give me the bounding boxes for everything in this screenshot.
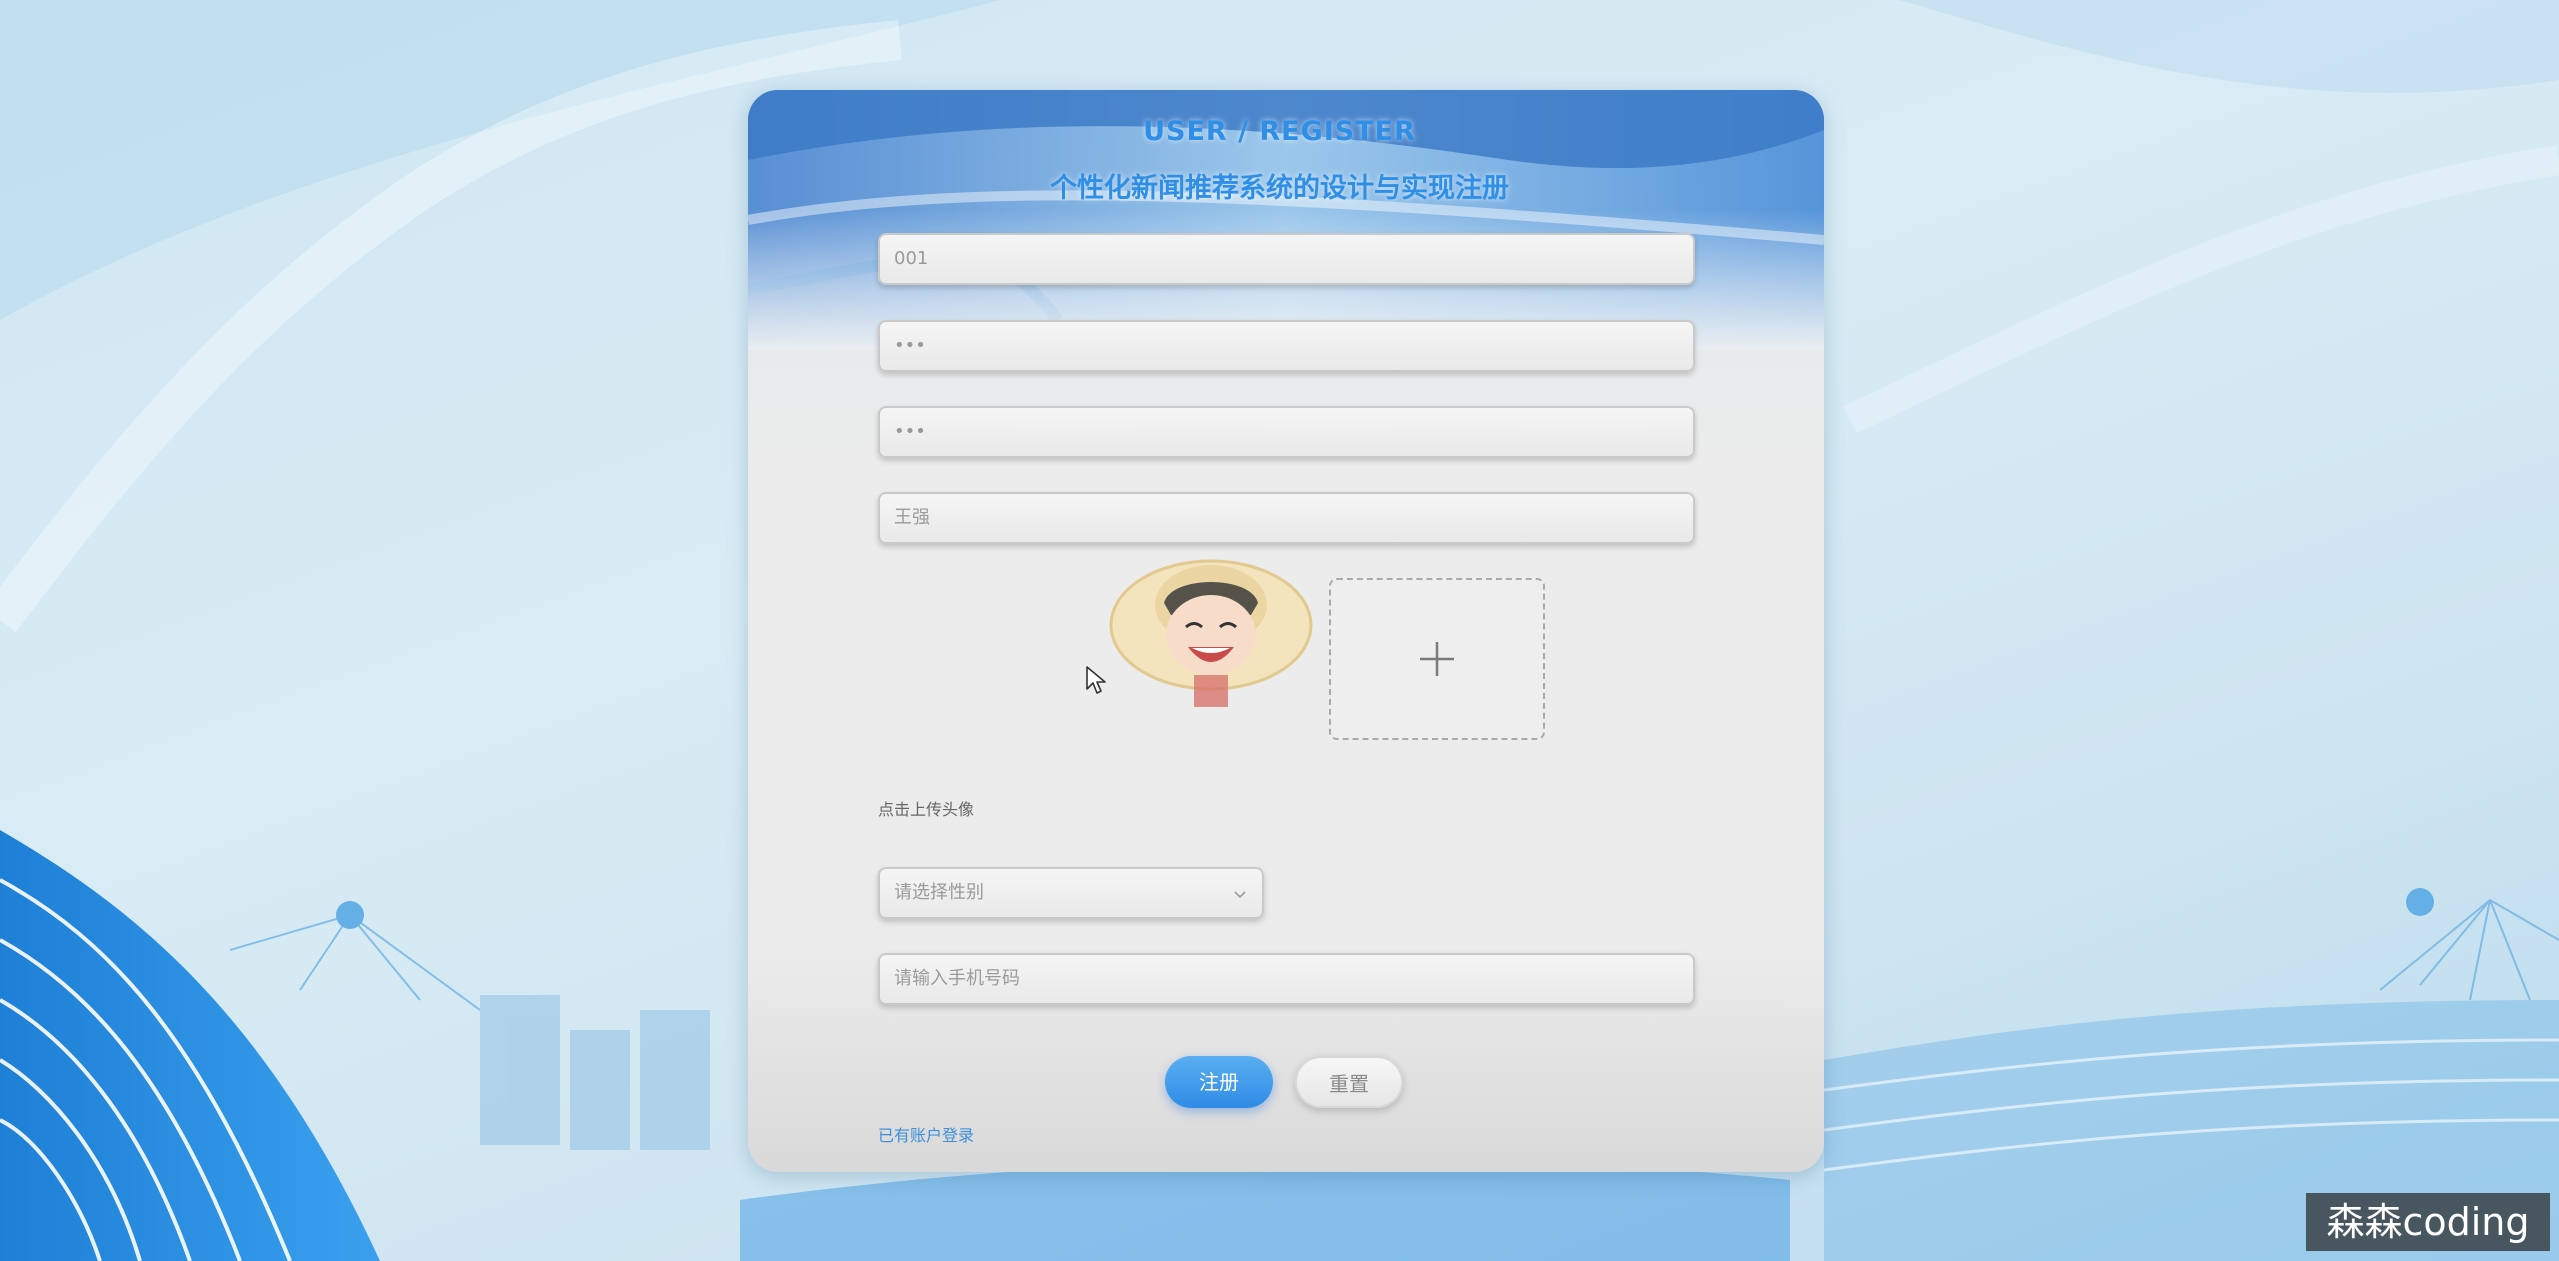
page-title-en: USER / REGISTER [1143,116,1416,147]
account-field[interactable]: 001 [878,233,1695,285]
avatar-image [1106,555,1316,715]
password-field[interactable]: ••• [878,320,1695,372]
watermark: 森森coding [2306,1193,2550,1251]
name-field[interactable]: 王强 [878,492,1695,544]
register-button[interactable]: 注册 [1165,1056,1273,1108]
chevron-down-icon [1234,891,1246,899]
mouse-cursor-icon [1086,666,1106,694]
plus-icon [1420,642,1454,676]
confirm-password-field[interactable]: ••• [878,406,1695,458]
gender-select[interactable]: 请选择性别 [878,867,1264,919]
avatar-upload-label: 点击上传头像 [878,800,975,819]
login-link[interactable]: 已有账户登录 [878,1122,974,1146]
gender-select-placeholder: 请选择性别 [894,882,984,903]
phone-field[interactable]: 请输入手机号码 [878,953,1695,1005]
avatar-upload-box[interactable] [1329,578,1545,740]
page-title: 个性化新闻推荐系统的设计与实现注册 [1050,173,1509,204]
reset-button[interactable]: 重置 [1295,1056,1403,1108]
